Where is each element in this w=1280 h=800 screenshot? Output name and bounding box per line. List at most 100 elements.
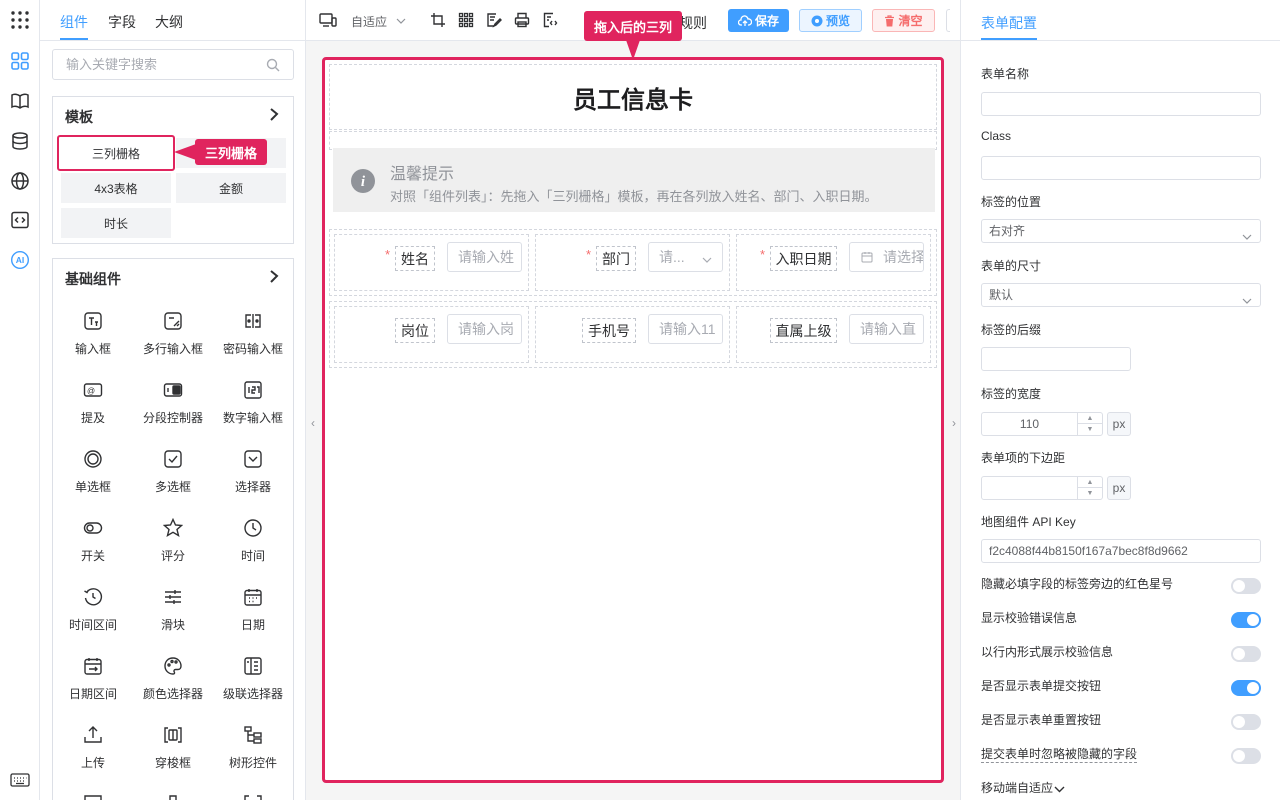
toggle-inline-errors[interactable] — [1231, 646, 1261, 662]
stepper[interactable]: ▲ ▼ — [1077, 413, 1102, 435]
overflow-button-edge[interactable] — [946, 9, 950, 32]
api-key-input[interactable] — [982, 540, 1260, 562]
grid-dots-icon[interactable] — [457, 11, 475, 29]
department-select-input[interactable] — [649, 243, 699, 271]
collapse-right-icon[interactable]: › — [949, 412, 959, 434]
component-input[interactable]: 输入框 — [53, 311, 133, 357]
department-select[interactable] — [648, 242, 723, 272]
form-size-select[interactable]: 默认 — [981, 283, 1261, 307]
grid-column[interactable]: 手机号 — [535, 306, 730, 363]
component-cascader[interactable]: 级联选择器 — [213, 656, 293, 702]
book-icon[interactable] — [9, 90, 31, 112]
print-icon[interactable] — [513, 11, 531, 29]
tab-components[interactable]: 组件 — [60, 12, 88, 32]
hire-date-picker[interactable] — [849, 242, 924, 272]
crop-icon[interactable] — [429, 11, 447, 29]
stepper-up-icon[interactable]: ▲ — [1078, 477, 1102, 488]
manager-input[interactable] — [850, 315, 923, 343]
form-title: 员工信息卡 — [573, 86, 693, 114]
tab-fields[interactable]: 字段 — [108, 12, 136, 32]
component-rate[interactable]: 评分 — [133, 517, 213, 564]
grid-column[interactable]: * 部门 — [535, 234, 730, 291]
title-block[interactable]: 员工信息卡 — [329, 64, 937, 130]
component-radio[interactable]: 单选框 — [53, 449, 133, 495]
star-icon — [162, 517, 184, 538]
stepper-down-icon[interactable]: ▼ — [1078, 424, 1102, 435]
item-margin-input[interactable]: ▲ ▼ — [981, 476, 1103, 500]
component-time[interactable]: 时间 — [213, 518, 293, 564]
template-amount[interactable]: 金额 — [176, 173, 286, 203]
label-suffix-input[interactable] — [982, 348, 1130, 370]
edit-icon[interactable] — [485, 11, 503, 29]
toggle-reset-button[interactable] — [1231, 714, 1261, 730]
template-4x3-table[interactable]: 4x3表格 — [61, 173, 171, 203]
component-textarea[interactable]: 多行输入框 — [133, 311, 213, 357]
app-grid-icon[interactable] — [9, 9, 31, 31]
globe-icon[interactable] — [9, 170, 31, 192]
layout-mode-select[interactable]: 自适应 — [351, 13, 387, 30]
class-input[interactable] — [982, 157, 1260, 179]
three-column-grid[interactable]: * 姓名 * 部门 * — [329, 229, 937, 296]
component-color[interactable]: 颜色选择器 — [133, 656, 213, 702]
database-icon[interactable] — [9, 130, 31, 152]
script-icon[interactable] — [541, 11, 559, 29]
grid-column[interactable]: * 姓名 — [334, 234, 529, 291]
code-icon[interactable] — [9, 209, 31, 231]
mobile-adaptive-label[interactable]: 移动端自适应 — [981, 779, 1053, 796]
three-column-grid[interactable]: 岗位 手机号 直属上级 — [329, 301, 937, 368]
chevron-right-icon[interactable] — [267, 269, 281, 286]
component-select[interactable]: 选择器 — [213, 449, 293, 495]
position-input[interactable] — [448, 315, 521, 343]
tip-alert[interactable]: i 温馨提示 对照「组件列表」：先拖入「三列栅格」模板，再在各列放入姓名、部门、… — [333, 148, 935, 212]
component-switch[interactable]: 开关 — [53, 518, 133, 564]
tab-outline[interactable]: 大纲 — [155, 12, 183, 32]
toggle-ignore-hidden[interactable] — [1231, 748, 1261, 764]
form-name-input[interactable] — [982, 93, 1260, 115]
keyboard-icon[interactable] — [9, 769, 31, 791]
components-icon[interactable] — [9, 50, 31, 72]
chevron-down-icon[interactable] — [1054, 782, 1065, 797]
grid-column[interactable]: 岗位 — [334, 306, 529, 363]
toggle-submit-button[interactable] — [1231, 680, 1261, 696]
preview-button[interactable]: 预览 — [799, 9, 862, 32]
component-segmented[interactable]: 分段控制器 — [133, 380, 213, 426]
collapse-left-icon[interactable]: ‹ — [308, 412, 318, 434]
toggle-show-errors[interactable] — [1231, 612, 1261, 628]
label-width-input[interactable]: 110 ▲ ▼ — [981, 412, 1103, 436]
stepper[interactable]: ▲ ▼ — [1077, 477, 1102, 499]
component-date[interactable]: 日期 — [213, 587, 293, 633]
component-slider[interactable]: 滑块 — [133, 587, 213, 633]
device-icon[interactable] — [319, 11, 337, 29]
template-duration[interactable]: 时长 — [61, 208, 171, 238]
component-transfer[interactable]: 穿梭框 — [133, 725, 213, 771]
component-tree[interactable]: 树形控件 — [213, 725, 293, 771]
textarea-icon — [163, 311, 183, 331]
grid-column[interactable]: 直属上级 — [736, 306, 931, 363]
chevron-down-icon[interactable] — [396, 14, 406, 29]
toggle-hide-asterisk[interactable] — [1231, 578, 1261, 594]
grid-column[interactable]: * 入职日期 — [736, 234, 931, 291]
search-input[interactable] — [66, 50, 266, 79]
component-checkbox[interactable]: 多选框 — [133, 449, 213, 495]
name-input[interactable] — [448, 243, 521, 271]
component-password[interactable]: 密码输入框 — [213, 311, 293, 357]
ai-icon[interactable]: AI — [9, 249, 31, 271]
label-position-select[interactable]: 右对齐 — [981, 219, 1261, 243]
stepper-down-icon[interactable]: ▼ — [1078, 488, 1102, 499]
template-three-column-grid[interactable]: 三列栅格 — [57, 135, 175, 171]
component-time-range[interactable]: 时间区间 — [53, 587, 133, 633]
component-number[interactable]: 数字输入框 — [213, 380, 293, 426]
item-margin-unit: px — [1107, 476, 1131, 500]
chevron-right-icon[interactable] — [267, 107, 281, 124]
clear-button[interactable]: 清空 — [872, 9, 935, 32]
template-callout: 三列栅格 — [195, 139, 267, 165]
tab-form-config[interactable]: 表单配置 — [981, 13, 1037, 33]
phone-input[interactable] — [649, 315, 722, 343]
stepper-up-icon[interactable]: ▲ — [1078, 413, 1102, 424]
save-button[interactable]: 保存 — [728, 9, 789, 32]
component-date-range[interactable]: 日期区间 — [53, 656, 133, 702]
component-mention[interactable]: @ 提及 — [53, 380, 133, 426]
rules-label[interactable]: 规则 — [679, 13, 707, 33]
component-upload[interactable]: 上传 — [53, 725, 133, 771]
form-canvas[interactable]: 员工信息卡 i 温馨提示 对照「组件列表」：先拖入「三列栅格」模板，再在各列放入… — [322, 57, 944, 783]
